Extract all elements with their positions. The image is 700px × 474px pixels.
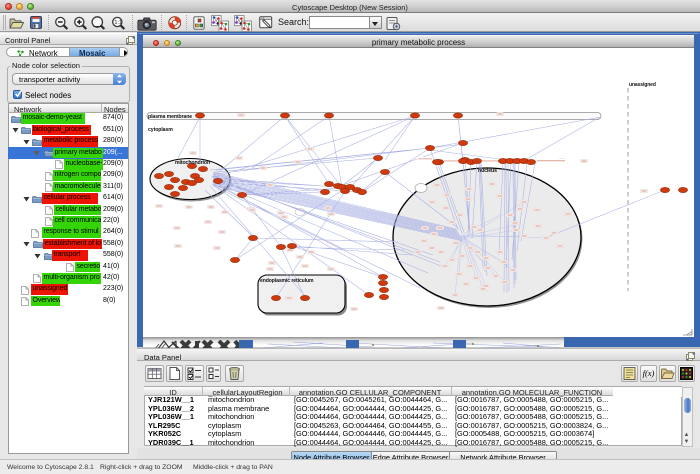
svg-text:plasma membrane: plasma membrane bbox=[148, 114, 192, 120]
svg-text:cytoplasm: cytoplasm bbox=[148, 127, 173, 133]
svg-text:mitochondrion: mitochondrion bbox=[175, 160, 210, 166]
svg-text:endoplasmic reticulum: endoplasmic reticulum bbox=[260, 278, 314, 284]
svg-text:1:1: 1:1 bbox=[114, 20, 122, 26]
svg-text:nucleus: nucleus bbox=[478, 168, 497, 174]
svg-text:unassigned: unassigned bbox=[629, 82, 656, 88]
